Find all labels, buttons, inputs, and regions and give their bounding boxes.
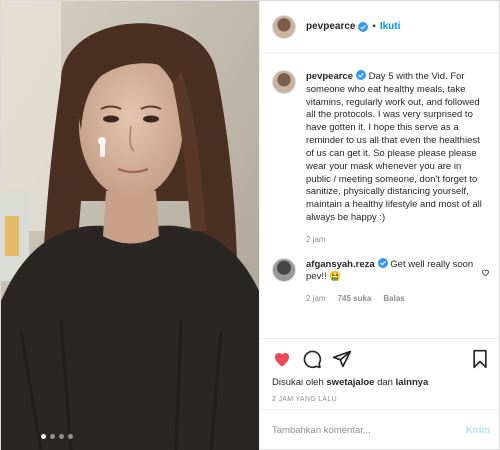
action-icons [272,347,490,371]
photo-image [1,1,259,450]
post-side-panel: pevpearce • Ikuti pevpearce Day 5 with t… [259,1,500,450]
add-comment-bar: Kirim [260,409,500,450]
like-heart-icon[interactable] [272,349,292,369]
carousel-dot [50,434,55,439]
caption-time[interactable]: 2 jam [306,235,326,246]
author-avatar[interactable] [272,70,296,94]
post-actions: Disukai oleh swetajaloe dan lainnya 2 JA… [260,338,500,408]
share-icon[interactable] [332,349,352,369]
follow-button[interactable]: Ikuti [380,21,401,32]
reply-username[interactable]: afgansyah.reza [306,259,375,270]
reply-comment: afgansyah.reza Get well really soon pev!… [272,257,490,305]
author-username[interactable]: pevpearce [306,21,355,32]
reply-button[interactable]: Balas [383,294,404,305]
carousel-dot [41,434,46,439]
reply-likes[interactable]: 745 suka [338,294,372,305]
carousel-dots [41,434,73,439]
comment-like-icon[interactable] [481,268,490,277]
verified-badge-icon [356,70,367,80]
reply-time[interactable]: 2 jam [306,294,326,305]
liked-by-joiner: dan [377,377,393,388]
reply-body: afgansyah.reza Get well really soon pev!… [306,257,486,305]
instagram-post: pevpearce • Ikuti pevpearce Day 5 with t… [0,0,500,450]
liked-by-prefix: Disukai oleh [272,377,324,388]
header-separator: • [372,21,376,32]
caption-body: pevpearce Day 5 with the Vid. For someon… [306,70,486,246]
verified-badge-icon [358,21,369,32]
caption-username[interactable]: pevpearce [306,71,353,82]
caption-meta: 2 jam [306,235,486,246]
commenter-avatar[interactable] [272,257,296,282]
caption-comment: pevpearce Day 5 with the Vid. For someon… [272,70,490,246]
reply-meta: 2 jam 745 suka Balas [306,294,486,305]
liked-by: Disukai oleh swetajaloe dan lainnya [272,377,490,388]
post-header: pevpearce • Ikuti [260,1,500,53]
caption-text: Day 5 with the Vid. For someone who eat … [306,71,482,223]
comment-icon[interactable] [302,349,322,369]
comments-section[interactable]: pevpearce Day 5 with the Vid. For someon… [260,54,500,337]
author-avatar[interactable] [272,14,296,39]
bookmark-icon[interactable] [470,349,490,369]
carousel-dot [68,434,73,439]
liked-by-others[interactable]: lainnya [396,377,429,388]
post-comment-button[interactable]: Kirim [466,425,490,436]
post-time-ago[interactable]: 2 JAM YANG LALU [272,396,490,403]
carousel-dot [59,434,64,439]
comment-input[interactable] [272,425,466,436]
liked-by-user[interactable]: swetajaloe [326,377,374,388]
post-photo[interactable] [1,1,259,450]
verified-badge-icon [377,257,388,268]
